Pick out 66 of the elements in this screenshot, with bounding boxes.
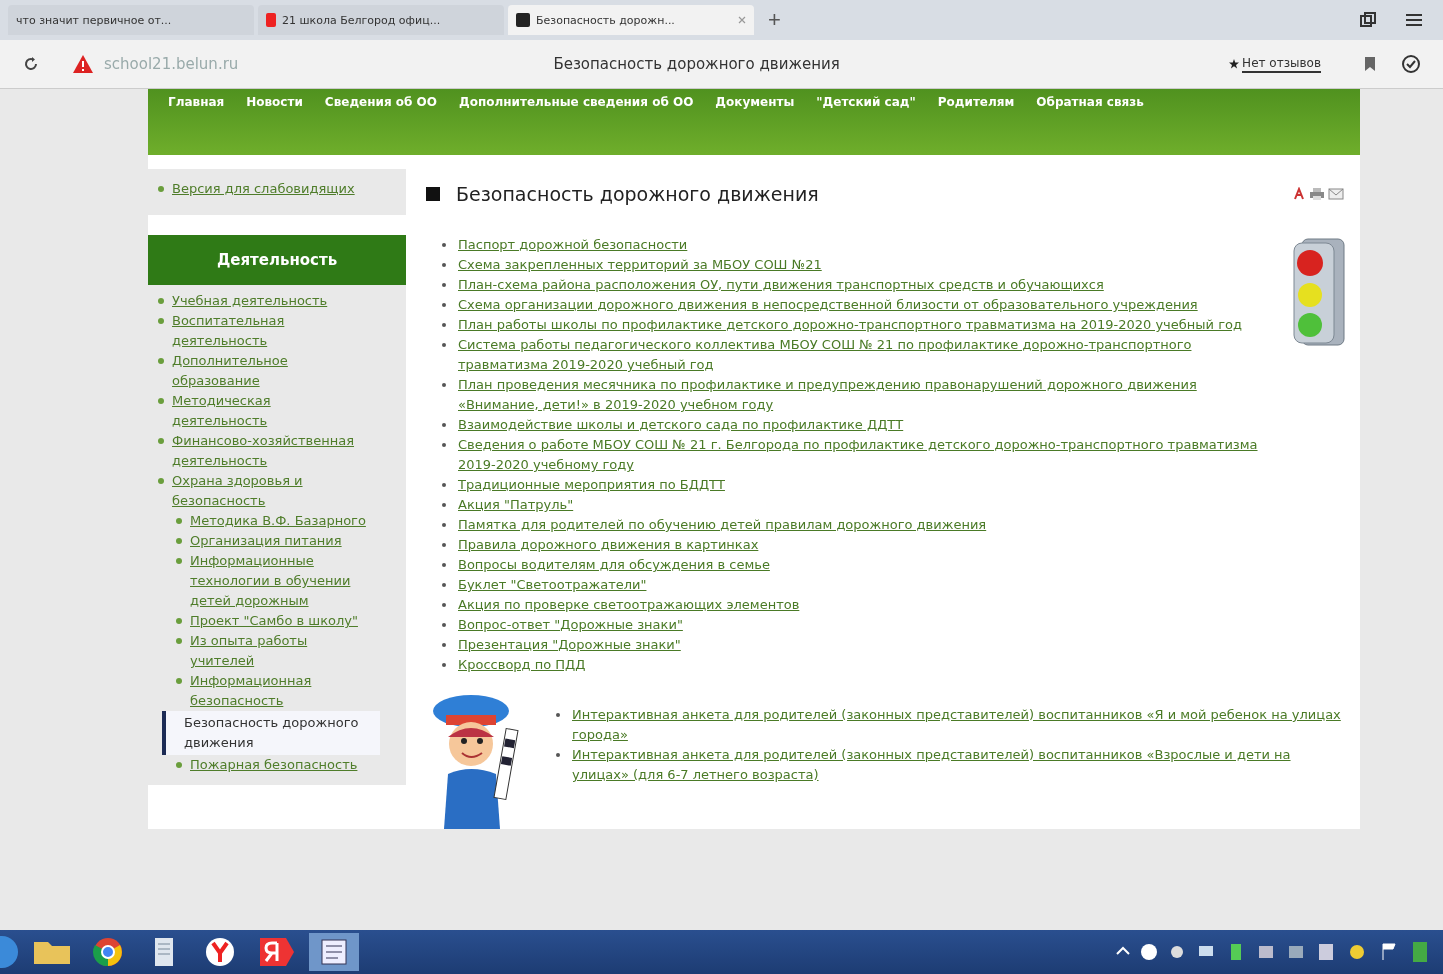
document-link[interactable]: План проведения месячника по профилактике и предупреждению правонарушений дорожного движения «Внимание, дети!» в 2019-2020 учебном году [458,375,1274,415]
warning-icon[interactable] [72,54,94,74]
document-link[interactable]: Акция "Патруль" [458,495,574,515]
sidebar-item[interactable]: Охрана здоровья и безопасность [172,471,362,511]
sidebar-item[interactable]: Проект "Самбо в школу" [190,611,358,631]
sidebar-item[interactable]: Организация питания [190,531,342,551]
browser-tab[interactable]: Безопасность дорожн... [508,5,754,35]
page-title: Безопасность дорожного движения [552,55,841,73]
document-link[interactable]: План-схема района расположения ОУ, пути движения транспортных средств и обучающихся [458,275,1104,295]
document-link[interactable]: План работы школы по профилактике детского дорожно-транспортного травматизма на 2019-2020 учебный год [458,315,1242,335]
document-link[interactable]: Акция по проверке светоотражающих элементов [458,595,800,615]
nav-link[interactable]: Новости [246,95,303,109]
square-icon [426,187,440,201]
reload-icon[interactable] [22,55,40,73]
print-icon[interactable] [1309,187,1325,201]
bookmark-icon[interactable] [1363,56,1377,72]
document-link[interactable]: Система работы педагогического коллектива МБОУ СОШ № 21 по профилактике дорожно-транспортного травматизма 2019-2020 учебный год [458,335,1274,375]
close-icon[interactable] [738,16,746,24]
sidebar-item[interactable]: Воспитательная деятельность [172,311,362,351]
sidebar-item[interactable]: Методика В.Ф. Базарного [190,511,366,531]
document-link[interactable]: Схема закрепленных территорий за МБОУ СОШ №21 [458,255,822,275]
document-link[interactable]: Памятка для родителей по обучению детей правилам дорожного движения [458,515,987,535]
windows-icon[interactable] [1359,11,1377,29]
survey-link[interactable]: Интерактивная анкета для родителей (законных представителей) воспитанников «Взрослые и дети на улицах» (для 6-7 летнего возраста) [572,745,1350,785]
browser-tab[interactable]: что значит первичное от... [8,5,254,35]
nav-link[interactable]: Родителям [937,95,1015,109]
document-link[interactable]: Сведения о работе МБОУ СОШ № 21 г. Белгорода по профилактике детского дорожно-транспортного травматизма 2019-2020 учебному году [458,435,1274,475]
sidebar-item[interactable]: Учебная деятельность [172,291,328,311]
document-link[interactable]: Правила дорожного движения в картинках [458,535,759,555]
document-link[interactable]: Вопрос-ответ "Дорожные знаки" [458,615,683,635]
document-link[interactable]: Паспорт дорожной безопасности [458,235,688,255]
sidebar-heading: Деятельность [148,235,406,285]
sidebar-item[interactable]: Из опыта работы учителей [190,631,370,671]
tab-favicon-icon [516,13,530,27]
browser-tab[interactable]: 21 школа Белгород офиц... [258,5,504,35]
nav-link[interactable]: Обратная связь [1036,95,1144,109]
document-link[interactable]: Буклет "Светоотражатели" [458,575,647,595]
new-tab-button[interactable]: + [758,7,791,33]
article-title: Безопасность дорожного движения [456,183,820,205]
star-icon [1229,59,1240,69]
sidebar-item[interactable]: Информационная безопасность [190,671,370,711]
document-link[interactable]: Кроссворд по ПДД [458,655,586,675]
document-link[interactable]: Традиционные мероприятия по БДДТТ [458,475,725,495]
sidebar-item[interactable]: Методическая деятельность [172,391,362,431]
sidebar-item[interactable]: Дополнительное образование [172,351,362,391]
sidebar-link[interactable]: Версия для слабовидящих [172,179,355,199]
pdf-icon[interactable] [1292,187,1306,201]
window-icon[interactable] [308,932,360,972]
document-link[interactable]: Схема организации дорожного движения в непосредственной близости от образовательного учреждения [458,295,1198,315]
start-icon[interactable] [0,934,20,970]
tab-favicon-icon [266,13,276,27]
sidebar-item[interactable]: Пожарная безопасность [190,755,358,775]
nav-link[interactable]: "Детский сад" [816,95,916,109]
sidebar-item[interactable]: Безопасность дорожного движения [162,711,380,755]
document-link[interactable]: Вопросы водителям для обсуждения в семье [458,555,770,575]
nav-link[interactable]: Главная [168,95,225,109]
nav-link[interactable]: Дополнительные сведения об ОО [459,95,694,109]
menu-icon[interactable] [1405,12,1423,28]
document-link[interactable]: Взаимодействие школы и детского сада по профилактике ДДТТ [458,415,904,435]
sidebar-item[interactable]: Информационные технологии в обучении детей дорожным [190,551,370,611]
survey-link[interactable]: Интерактивная анкета для родителей (законных представителей) воспитанников «Я и мой ребенок на улицах города» [572,705,1350,745]
reviews-link[interactable]: Нет отзывов [1242,55,1321,73]
nav-link[interactable]: Сведения об ОО [324,95,437,109]
document-link[interactable]: Презентация "Дорожные знаки" [458,635,681,655]
nav-link[interactable]: Документы [715,95,795,109]
sidebar-item[interactable]: Финансово-хозяйственная деятельность [172,431,362,471]
